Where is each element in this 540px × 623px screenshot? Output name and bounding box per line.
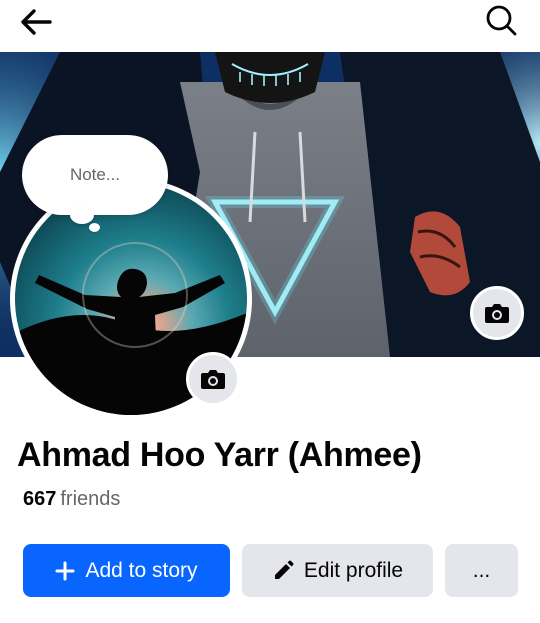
change-cover-photo-button[interactable] (470, 286, 524, 340)
edit-profile-button[interactable]: Edit profile (242, 544, 433, 597)
note-placeholder: Note... (69, 165, 121, 184)
profile-name: Ahmad Hoo Yarr (Ahmee) (17, 436, 422, 474)
friends-count-link[interactable]: 667 friends (23, 488, 120, 511)
note-bubble-tail (70, 206, 94, 224)
back-button[interactable] (14, 2, 58, 42)
friends-count: 667 (23, 488, 57, 510)
arrow-left-icon (21, 9, 52, 35)
add-to-story-label: Add to story (85, 558, 198, 582)
edit-profile-label: Edit profile (303, 558, 404, 582)
more-options-button[interactable]: ... (445, 544, 518, 597)
pencil-icon (272, 560, 294, 582)
top-bar (0, 0, 540, 52)
change-profile-picture-button[interactable] (186, 352, 240, 406)
add-to-story-button[interactable]: Add to story (23, 544, 230, 597)
search-button[interactable] (478, 0, 526, 42)
plus-icon (55, 561, 75, 581)
camera-icon (485, 304, 509, 323)
note-bubble-tail-small (89, 223, 100, 232)
camera-icon (201, 370, 225, 389)
more-options-label: ... (472, 558, 491, 582)
note-bubble[interactable]: Note... (22, 135, 168, 215)
friends-label: friends (60, 488, 121, 510)
search-icon (486, 5, 517, 36)
